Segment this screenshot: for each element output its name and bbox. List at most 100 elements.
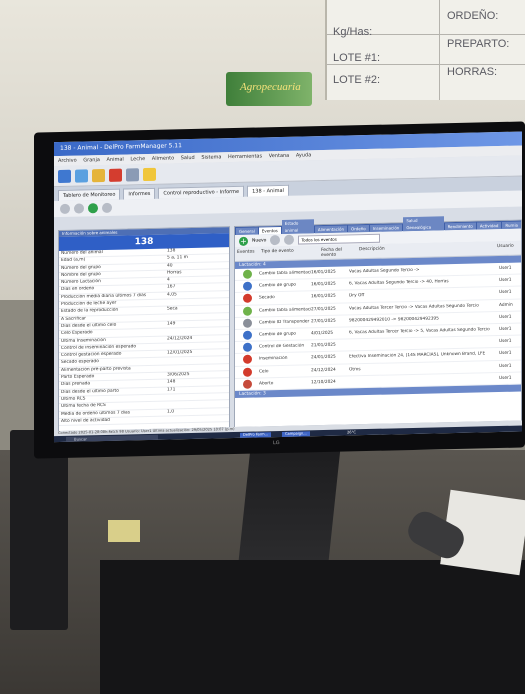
- menu-item[interactable]: Salud: [181, 155, 195, 161]
- back-icon[interactable]: [60, 203, 70, 214]
- tab-rumination[interactable]: Rumia: [502, 221, 521, 229]
- taskbar-weather: 26°C: [347, 429, 356, 434]
- event-date: 24/01/2025: [311, 355, 336, 361]
- event-name: Control de Gestación: [259, 343, 305, 350]
- col-events[interactable]: Eventos: [235, 246, 259, 261]
- tab-monitoring[interactable]: Tablero de Monitoreo: [58, 188, 121, 202]
- menu-item[interactable]: Archivo: [58, 158, 77, 164]
- col-user[interactable]: Usuario: [495, 241, 521, 256]
- event-date: 24/12/2024: [311, 367, 336, 373]
- event-user: User1: [499, 338, 512, 345]
- event-description: 6, Vacas Adultas Tercer Tercio -> 5, Vac…: [349, 327, 490, 336]
- event-date: 4/01/2025: [311, 330, 334, 337]
- event-type-icon: [242, 318, 252, 328]
- event-type-icon: [242, 355, 252, 365]
- col-event-date[interactable]: Fecha del evento: [319, 244, 357, 259]
- event-user: User1: [499, 326, 512, 333]
- event-date: 12/10/2024: [311, 379, 336, 386]
- event-user: User1: [499, 265, 512, 272]
- tab-insemination[interactable]: Inseminación: [369, 224, 403, 232]
- col-event-type[interactable]: Tipo de evento: [259, 245, 319, 260]
- event-date: 16/01/2025: [311, 269, 336, 276]
- star-icon[interactable]: [143, 167, 156, 181]
- menu-item[interactable]: Ayuda: [296, 152, 311, 158]
- event-date: 21/01/2025: [311, 342, 336, 349]
- tab-feeding[interactable]: Alimentación: [314, 225, 348, 234]
- forward-icon[interactable]: [74, 203, 84, 214]
- event-type-icon: [242, 379, 252, 389]
- cow-icon[interactable]: [75, 168, 88, 183]
- menu-item[interactable]: Granja: [83, 157, 100, 163]
- event-user: User1: [499, 375, 512, 381]
- whiteboard-line: [327, 64, 525, 65]
- event-description: [349, 342, 499, 345]
- event-type-icon: [242, 294, 252, 304]
- menu-item[interactable]: Alimento: [152, 155, 174, 162]
- event-type-icon: [242, 281, 252, 292]
- tab-activity[interactable]: Actividad: [476, 221, 502, 230]
- event-name: Cambio de grupo: [259, 282, 297, 289]
- event-type-icon: [242, 342, 252, 353]
- tab-health[interactable]: Salud Genealógica: [403, 216, 444, 232]
- event-user: User1: [499, 351, 512, 357]
- lg-logo: LG: [273, 439, 280, 447]
- plus-icon[interactable]: +: [239, 236, 248, 246]
- tab-animal-state[interactable]: Estado animal: [281, 219, 314, 234]
- edit-icon[interactable]: [270, 234, 281, 246]
- wb-lote1: LOTE #1:: [333, 52, 381, 64]
- poster-text: Agropecuaria: [240, 81, 301, 93]
- wb-lote2: LOTE #2:: [333, 74, 381, 86]
- event-description: 6, Vacas Adultas Segundo Tercio -> 40, H…: [349, 279, 449, 287]
- events-panel: General Eventos Estado animal Alimentaci…: [234, 216, 522, 429]
- delete-icon[interactable]: [284, 234, 295, 245]
- alert-icon[interactable]: [109, 168, 122, 182]
- agro-poster: Agropecuaria: [226, 72, 312, 106]
- taskbar-delpro[interactable]: DelPro Farm...: [240, 431, 272, 438]
- speaker-tower: [10, 430, 68, 630]
- tab-animal[interactable]: 138 - Animal: [247, 184, 289, 197]
- tab-repro-report[interactable]: Control reproductivo - Informe: [158, 185, 245, 199]
- event-type-icon: [242, 269, 252, 279]
- taskbar-search[interactable]: Buscar: [66, 434, 158, 442]
- menu-item[interactable]: Animal: [107, 157, 124, 163]
- wb-horras: HORRAS:: [447, 66, 498, 78]
- tab-general[interactable]: General: [236, 227, 258, 235]
- event-name: Secado: [259, 295, 275, 301]
- wb-kg-label: Kg/Has:: [333, 26, 373, 38]
- menu-item[interactable]: Herramientas: [228, 153, 262, 160]
- menu-item[interactable]: Ventana: [269, 153, 290, 159]
- desktop-pc: [100, 560, 525, 694]
- event-name: Inseminación: [259, 356, 288, 362]
- event-user: User1: [499, 290, 512, 296]
- sticky-note: [108, 520, 140, 542]
- monitor-stand: [238, 440, 342, 560]
- event-type-icon: [242, 330, 252, 340]
- event-user: User1: [499, 363, 512, 369]
- animal-info-panel: Información sobre animales 138 Número de…: [58, 226, 230, 433]
- event-type-icon: [242, 306, 252, 316]
- event-filter-select[interactable]: Todos los eventos: [298, 233, 381, 245]
- menu-item[interactable]: Leche: [130, 156, 145, 162]
- tab-reports[interactable]: Informes: [123, 187, 156, 200]
- event-description: 982000429492010 -> 982000429492395: [349, 316, 439, 324]
- tab-performance[interactable]: Rendimiento: [444, 222, 476, 231]
- refresh-icon[interactable]: [88, 203, 98, 214]
- whiteboard: Kg/Has: ORDEÑO: LOTE #1: PREPARTO: LOTE …: [325, 0, 525, 100]
- print-icon[interactable]: [102, 202, 112, 214]
- tab-milking[interactable]: Ordeño: [348, 224, 369, 233]
- new-button[interactable]: Nuevo: [252, 238, 266, 243]
- screen: 138 - Animal - DelPro FarmManager 5.11 A…: [54, 131, 522, 443]
- event-date: 16/01/2025: [311, 282, 336, 288]
- event-name: Aborto: [259, 380, 274, 387]
- tab-events[interactable]: Eventos: [258, 226, 281, 235]
- event-name: Celo: [259, 368, 269, 375]
- event-user: User1: [499, 278, 512, 284]
- menu-item[interactable]: Sistema: [201, 154, 221, 160]
- event-type-icon: [242, 367, 252, 377]
- taskbar-campaign[interactable]: Campaign...: [282, 430, 310, 437]
- folder-icon[interactable]: [92, 168, 105, 182]
- home-icon[interactable]: [58, 169, 71, 183]
- wb-preparto: PREPARTO:: [447, 38, 510, 50]
- event-description: Otros: [349, 366, 361, 373]
- report-icon[interactable]: [126, 167, 139, 181]
